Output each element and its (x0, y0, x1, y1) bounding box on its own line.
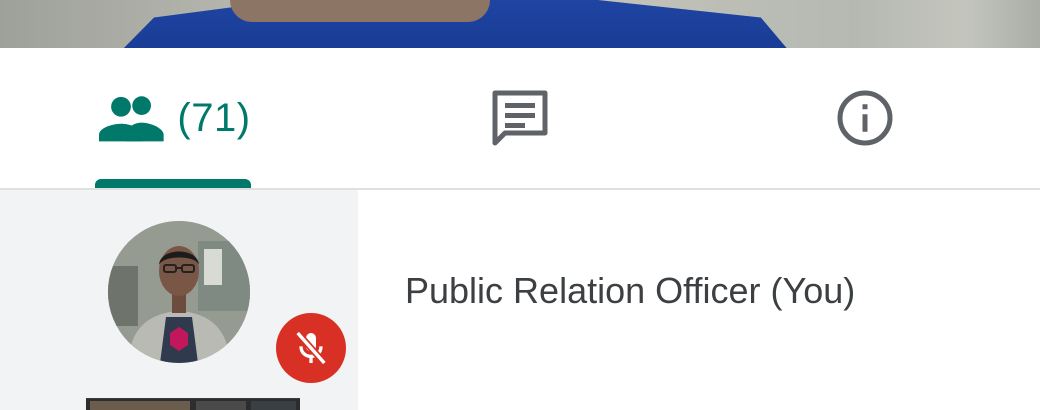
mic-off-button[interactable] (276, 313, 346, 383)
tab-bar: (71) (0, 48, 1040, 190)
tab-info[interactable] (790, 48, 940, 188)
people-icon (99, 93, 165, 143)
chat-icon (489, 88, 551, 148)
video-person-neck (230, 0, 490, 22)
info-icon (835, 88, 895, 148)
participant-count: (71) (177, 95, 251, 140)
participant-thumbnail-panel (0, 190, 358, 410)
next-participant-thumbnail (86, 398, 300, 410)
mic-off-icon (291, 328, 331, 368)
self-video-preview[interactable] (0, 0, 1040, 48)
tab-chat[interactable] (440, 48, 600, 188)
tab-people[interactable]: (71) (80, 48, 270, 188)
participant-row[interactable]: Public Relation Officer (You) (0, 190, 1040, 410)
video-background (850, 0, 1040, 48)
selected-tab-indicator (95, 179, 251, 188)
participant-name: Public Relation Officer (You) (405, 270, 856, 311)
avatar (108, 221, 250, 363)
